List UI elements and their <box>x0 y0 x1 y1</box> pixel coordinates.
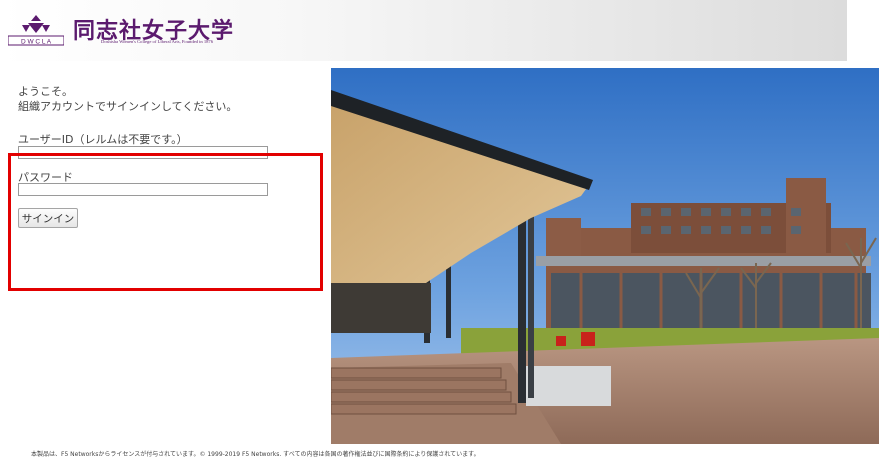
welcome-text: ようこそ。 <box>18 85 73 98</box>
username-note: （レルムは不要です。） <box>73 133 188 146</box>
username-label: ユーザーID（レルムは不要です。） <box>18 131 188 147</box>
university-name-en: Doshisha Women's College of Liberal Arts… <box>101 39 214 44</box>
username-label-text: ユーザーID <box>18 133 74 146</box>
logo-abbrev: D W C L A <box>21 39 52 46</box>
campus-photo <box>331 68 879 444</box>
page-header: D W C L A 同志社女子大学 Doshisha Women's Colle… <box>0 0 847 61</box>
university-logo: D W C L A <box>8 15 64 46</box>
signin-instruction: 組織アカウントでサインインしてください。 <box>18 100 238 113</box>
highlight-box <box>8 153 323 291</box>
welcome-message: ようこそ。 組織アカウントでサインインしてください。 <box>18 84 237 114</box>
